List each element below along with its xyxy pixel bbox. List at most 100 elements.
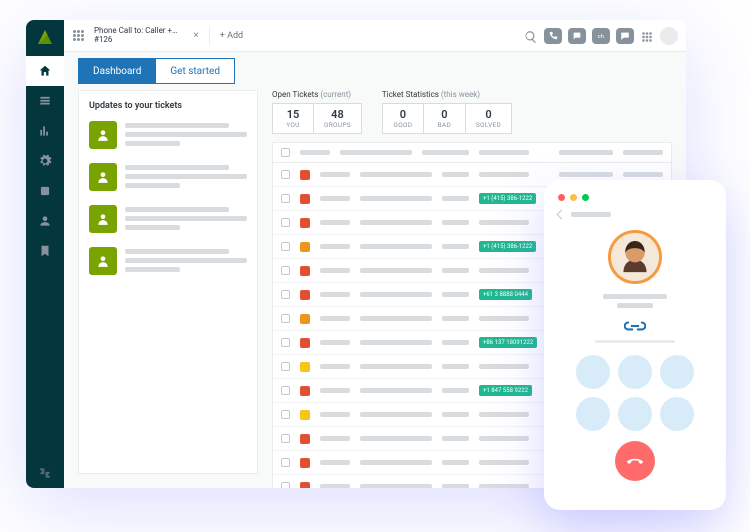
square-icon: [38, 184, 52, 198]
nav-views[interactable]: [26, 86, 64, 116]
active-tab[interactable]: Phone Call to: Caller +… #126: [94, 27, 177, 45]
dial-key[interactable]: [660, 355, 694, 389]
row-checkbox[interactable]: [281, 266, 290, 275]
nav-home[interactable]: [26, 56, 64, 86]
update-card[interactable]: [89, 163, 247, 191]
row-checkbox[interactable]: [281, 482, 290, 488]
status-indicator: [300, 386, 310, 396]
tab-grip-icon[interactable]: [72, 30, 84, 42]
apps-grid-button[interactable]: [640, 29, 654, 43]
bar-chart-icon: [38, 124, 52, 138]
nav-reporting[interactable]: [26, 116, 64, 146]
hangup-button[interactable]: [615, 441, 655, 481]
update-card[interactable]: [89, 205, 247, 233]
cell: [479, 172, 529, 177]
maximize-dot[interactable]: [582, 194, 589, 201]
cell: [442, 388, 469, 393]
row-checkbox[interactable]: [281, 242, 290, 251]
search-icon: [524, 30, 538, 44]
dial-key[interactable]: [576, 397, 610, 431]
col-header[interactable]: [559, 150, 613, 155]
minimize-dot[interactable]: [570, 194, 577, 201]
separator: [595, 340, 675, 343]
stat-you[interactable]: 15YOU: [272, 103, 314, 134]
dialpad: [576, 355, 694, 431]
cell: [479, 364, 529, 369]
col-header[interactable]: [479, 150, 529, 155]
col-header[interactable]: [340, 150, 412, 155]
link-call-button[interactable]: [624, 318, 646, 332]
col-header[interactable]: [623, 150, 663, 155]
cell: [442, 484, 469, 488]
col-header[interactable]: [300, 150, 330, 155]
close-dot[interactable]: [558, 194, 565, 201]
nav-item-5[interactable]: [26, 176, 64, 206]
ticket-requester-icon: [89, 247, 117, 275]
zendesk-glyph-icon: [38, 466, 52, 480]
col-header[interactable]: [422, 150, 469, 155]
dial-key[interactable]: [618, 397, 652, 431]
cell: [479, 460, 529, 465]
row-checkbox[interactable]: [281, 194, 290, 203]
cell: [479, 268, 529, 273]
dial-key[interactable]: [618, 355, 652, 389]
stats-row: Open Tickets (current) 15YOU 48GROUPS Ti…: [272, 90, 672, 134]
nav-customers[interactable]: [26, 206, 64, 236]
nav-item-7[interactable]: [26, 236, 64, 266]
cell: [442, 460, 469, 465]
cell: [320, 412, 350, 417]
app-switch-4[interactable]: [616, 28, 634, 44]
view-tabs: Dashboard Get started: [64, 52, 686, 90]
row-checkbox[interactable]: [281, 290, 290, 299]
open-tickets-group: Open Tickets (current) 15YOU 48GROUPS: [272, 90, 362, 134]
cell: [320, 196, 350, 201]
row-checkbox[interactable]: [281, 218, 290, 227]
select-all-checkbox[interactable]: [281, 148, 290, 157]
close-tab-button[interactable]: ×: [193, 30, 198, 41]
phone-badge: +86 137 18091222: [479, 337, 537, 348]
nav-admin[interactable]: [26, 146, 64, 176]
tab-get-started[interactable]: Get started: [156, 58, 235, 84]
row-checkbox[interactable]: [281, 458, 290, 467]
open-tickets-label: Open Tickets: [272, 90, 318, 99]
ticket-stats-label: Ticket Statistics: [382, 90, 439, 99]
stat-solved[interactable]: 0SOLVED: [466, 103, 512, 134]
cell: [320, 244, 350, 249]
gear-icon: [38, 154, 52, 168]
status-indicator: [300, 290, 310, 300]
status-indicator: [300, 194, 310, 204]
app-switch-3[interactable]: ch: [592, 28, 610, 44]
user-avatar[interactable]: [660, 27, 678, 45]
row-checkbox[interactable]: [281, 362, 290, 371]
app-switch-2[interactable]: [568, 28, 586, 44]
search-button[interactable]: [524, 29, 538, 43]
ticket-requester-icon: [89, 163, 117, 191]
back-button[interactable]: [557, 210, 567, 220]
row-checkbox[interactable]: [281, 338, 290, 347]
nav-sidebar: [26, 20, 64, 488]
row-checkbox[interactable]: [281, 410, 290, 419]
stat-groups[interactable]: 48GROUPS: [314, 103, 362, 134]
cell: [442, 220, 469, 225]
app-switch-1[interactable]: [544, 28, 562, 44]
row-checkbox[interactable]: [281, 434, 290, 443]
cell: [360, 220, 432, 225]
update-card[interactable]: [89, 121, 247, 149]
cell: [360, 196, 432, 201]
update-card[interactable]: [89, 247, 247, 275]
stat-good[interactable]: 0GOOD: [382, 103, 424, 134]
caller-number: [617, 303, 653, 308]
link-icon: [624, 319, 646, 333]
nav-footer-brand: [26, 458, 64, 488]
dial-key[interactable]: [576, 355, 610, 389]
row-checkbox[interactable]: [281, 170, 290, 179]
row-checkbox[interactable]: [281, 386, 290, 395]
stat-bad[interactable]: 0BAD: [424, 103, 466, 134]
add-tab-button[interactable]: + Add: [220, 31, 243, 41]
dial-key[interactable]: [660, 397, 694, 431]
cell: [320, 172, 350, 177]
row-checkbox[interactable]: [281, 314, 290, 323]
status-indicator: [300, 314, 310, 324]
tab-dashboard[interactable]: Dashboard: [78, 58, 156, 84]
open-tickets-suffix: (current): [320, 90, 351, 99]
